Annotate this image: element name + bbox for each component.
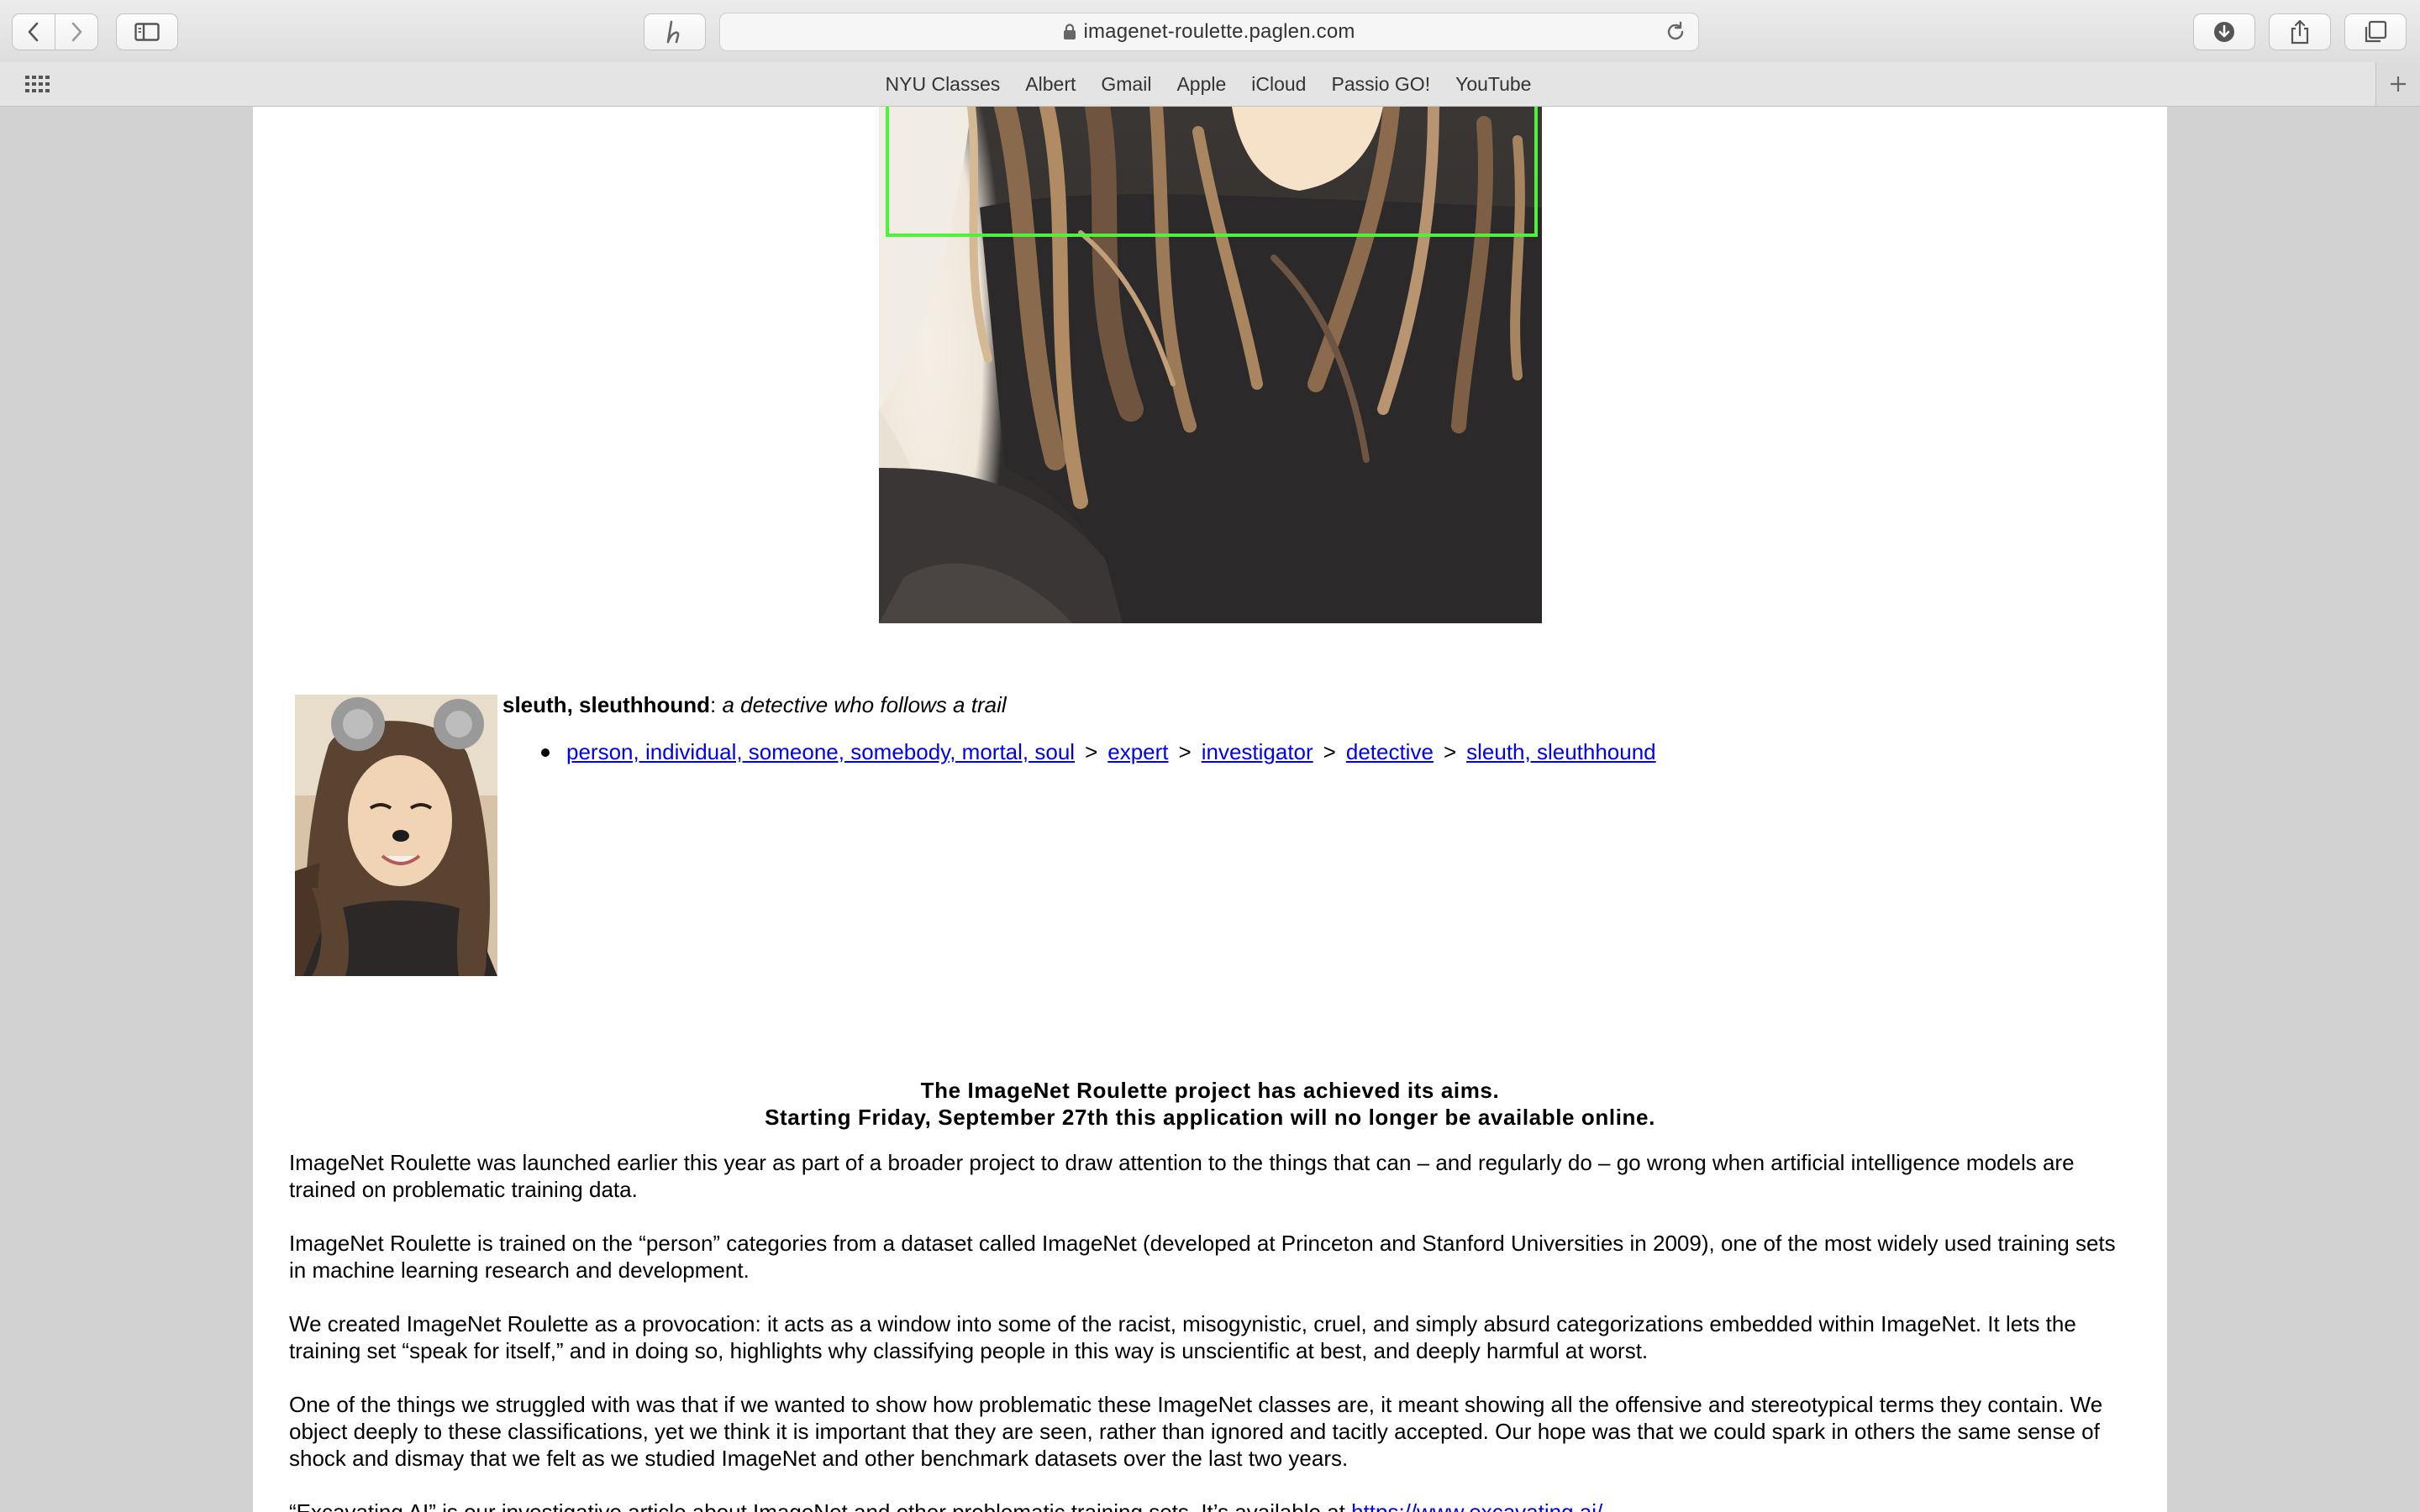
forward-button[interactable] xyxy=(55,13,98,50)
download-icon xyxy=(2214,22,2234,42)
bookmark-youtube[interactable]: YouTube xyxy=(1455,73,1531,96)
chain-separator: > xyxy=(1178,739,1192,764)
detection-bounding-box xyxy=(886,107,1538,237)
hypernym-chain: person, individual, someone, somebody, m… xyxy=(541,739,1656,765)
link-person[interactable]: person, individual, someone, somebody, m… xyxy=(566,739,1075,765)
paragraph-5-text: “Excavating AI” is our investigative art… xyxy=(289,1499,1345,1512)
project-notice: The ImageNet Roulette project has achiev… xyxy=(253,1077,2167,1131)
address-bar[interactable]: imagenet-roulette.paglen.com xyxy=(719,13,1699,51)
link-expert[interactable]: expert xyxy=(1107,739,1168,765)
share-icon xyxy=(2291,19,2309,45)
plus-icon xyxy=(2391,76,2406,92)
list-bullet xyxy=(541,748,550,757)
result-term: sleuth, sleuthhound xyxy=(502,692,710,717)
bookmark-gmail[interactable]: Gmail xyxy=(1101,73,1151,96)
bookmark-passio-go[interactable]: Passio GO! xyxy=(1331,73,1430,96)
paragraph-5: “Excavating AI” is our investigative art… xyxy=(289,1499,2138,1512)
reload-icon[interactable] xyxy=(1665,21,1686,43)
link-sleuth[interactable]: sleuth, sleuthhound xyxy=(1466,739,1656,765)
browser-toolbar: imagenet-roulette.paglen.com xyxy=(0,0,2420,63)
chevron-right-icon xyxy=(71,22,82,42)
web-page: sleuth, sleuthhound: a detective who fol… xyxy=(253,107,2167,1512)
new-tab-button[interactable] xyxy=(2375,62,2420,106)
back-button[interactable] xyxy=(12,13,55,50)
face-thumbnail xyxy=(295,695,497,976)
tabs-icon xyxy=(2365,20,2387,43)
paragraph-2: ImageNet Roulette is trained on the “per… xyxy=(289,1231,2116,1283)
downloads-button[interactable] xyxy=(2193,13,2255,50)
sidebar-icon xyxy=(134,23,160,41)
share-button[interactable] xyxy=(2269,13,2331,50)
sidebar-button[interactable] xyxy=(116,13,178,50)
notice-line-1: The ImageNet Roulette project has achiev… xyxy=(920,1078,1500,1103)
paragraph-3: We created ImageNet Roulette as a provoc… xyxy=(289,1311,2076,1363)
bookmark-apple[interactable]: Apple xyxy=(1176,73,1226,96)
bookmark-nyu-classes[interactable]: NYU Classes xyxy=(886,73,1001,96)
chain-separator: > xyxy=(1443,739,1457,764)
link-investigator[interactable]: investigator xyxy=(1202,739,1313,765)
honey-h-icon xyxy=(666,20,680,44)
chevron-left-icon xyxy=(28,22,39,42)
paragraph-4: One of the things we struggled with was … xyxy=(289,1392,2103,1471)
bookmark-albert[interactable]: Albert xyxy=(1025,73,1076,96)
result-gloss: a detective who follows a trail xyxy=(722,692,1007,717)
paragraph-1: ImageNet Roulette was launched earlier t… xyxy=(289,1150,2075,1202)
tabs-overview-button[interactable] xyxy=(2344,13,2407,50)
classification-result: sleuth, sleuthhound: a detective who fol… xyxy=(502,692,1007,717)
chain-separator: > xyxy=(1085,739,1098,764)
bookmarks-bar: NYU Classes Albert Gmail Apple iCloud Pa… xyxy=(0,62,2420,107)
url-text: imagenet-roulette.paglen.com xyxy=(1083,20,1355,43)
lock-icon xyxy=(1064,24,1076,39)
notice-line-2: Starting Friday, September 27th this app… xyxy=(765,1105,1655,1130)
bookmark-icloud[interactable]: iCloud xyxy=(1251,73,1306,96)
chain-separator: > xyxy=(1323,739,1336,764)
honey-extension-button[interactable] xyxy=(644,13,706,50)
link-detective[interactable]: detective xyxy=(1346,739,1434,765)
excavating-ai-link[interactable]: https://www.excavating.ai/ xyxy=(1351,1499,1602,1512)
